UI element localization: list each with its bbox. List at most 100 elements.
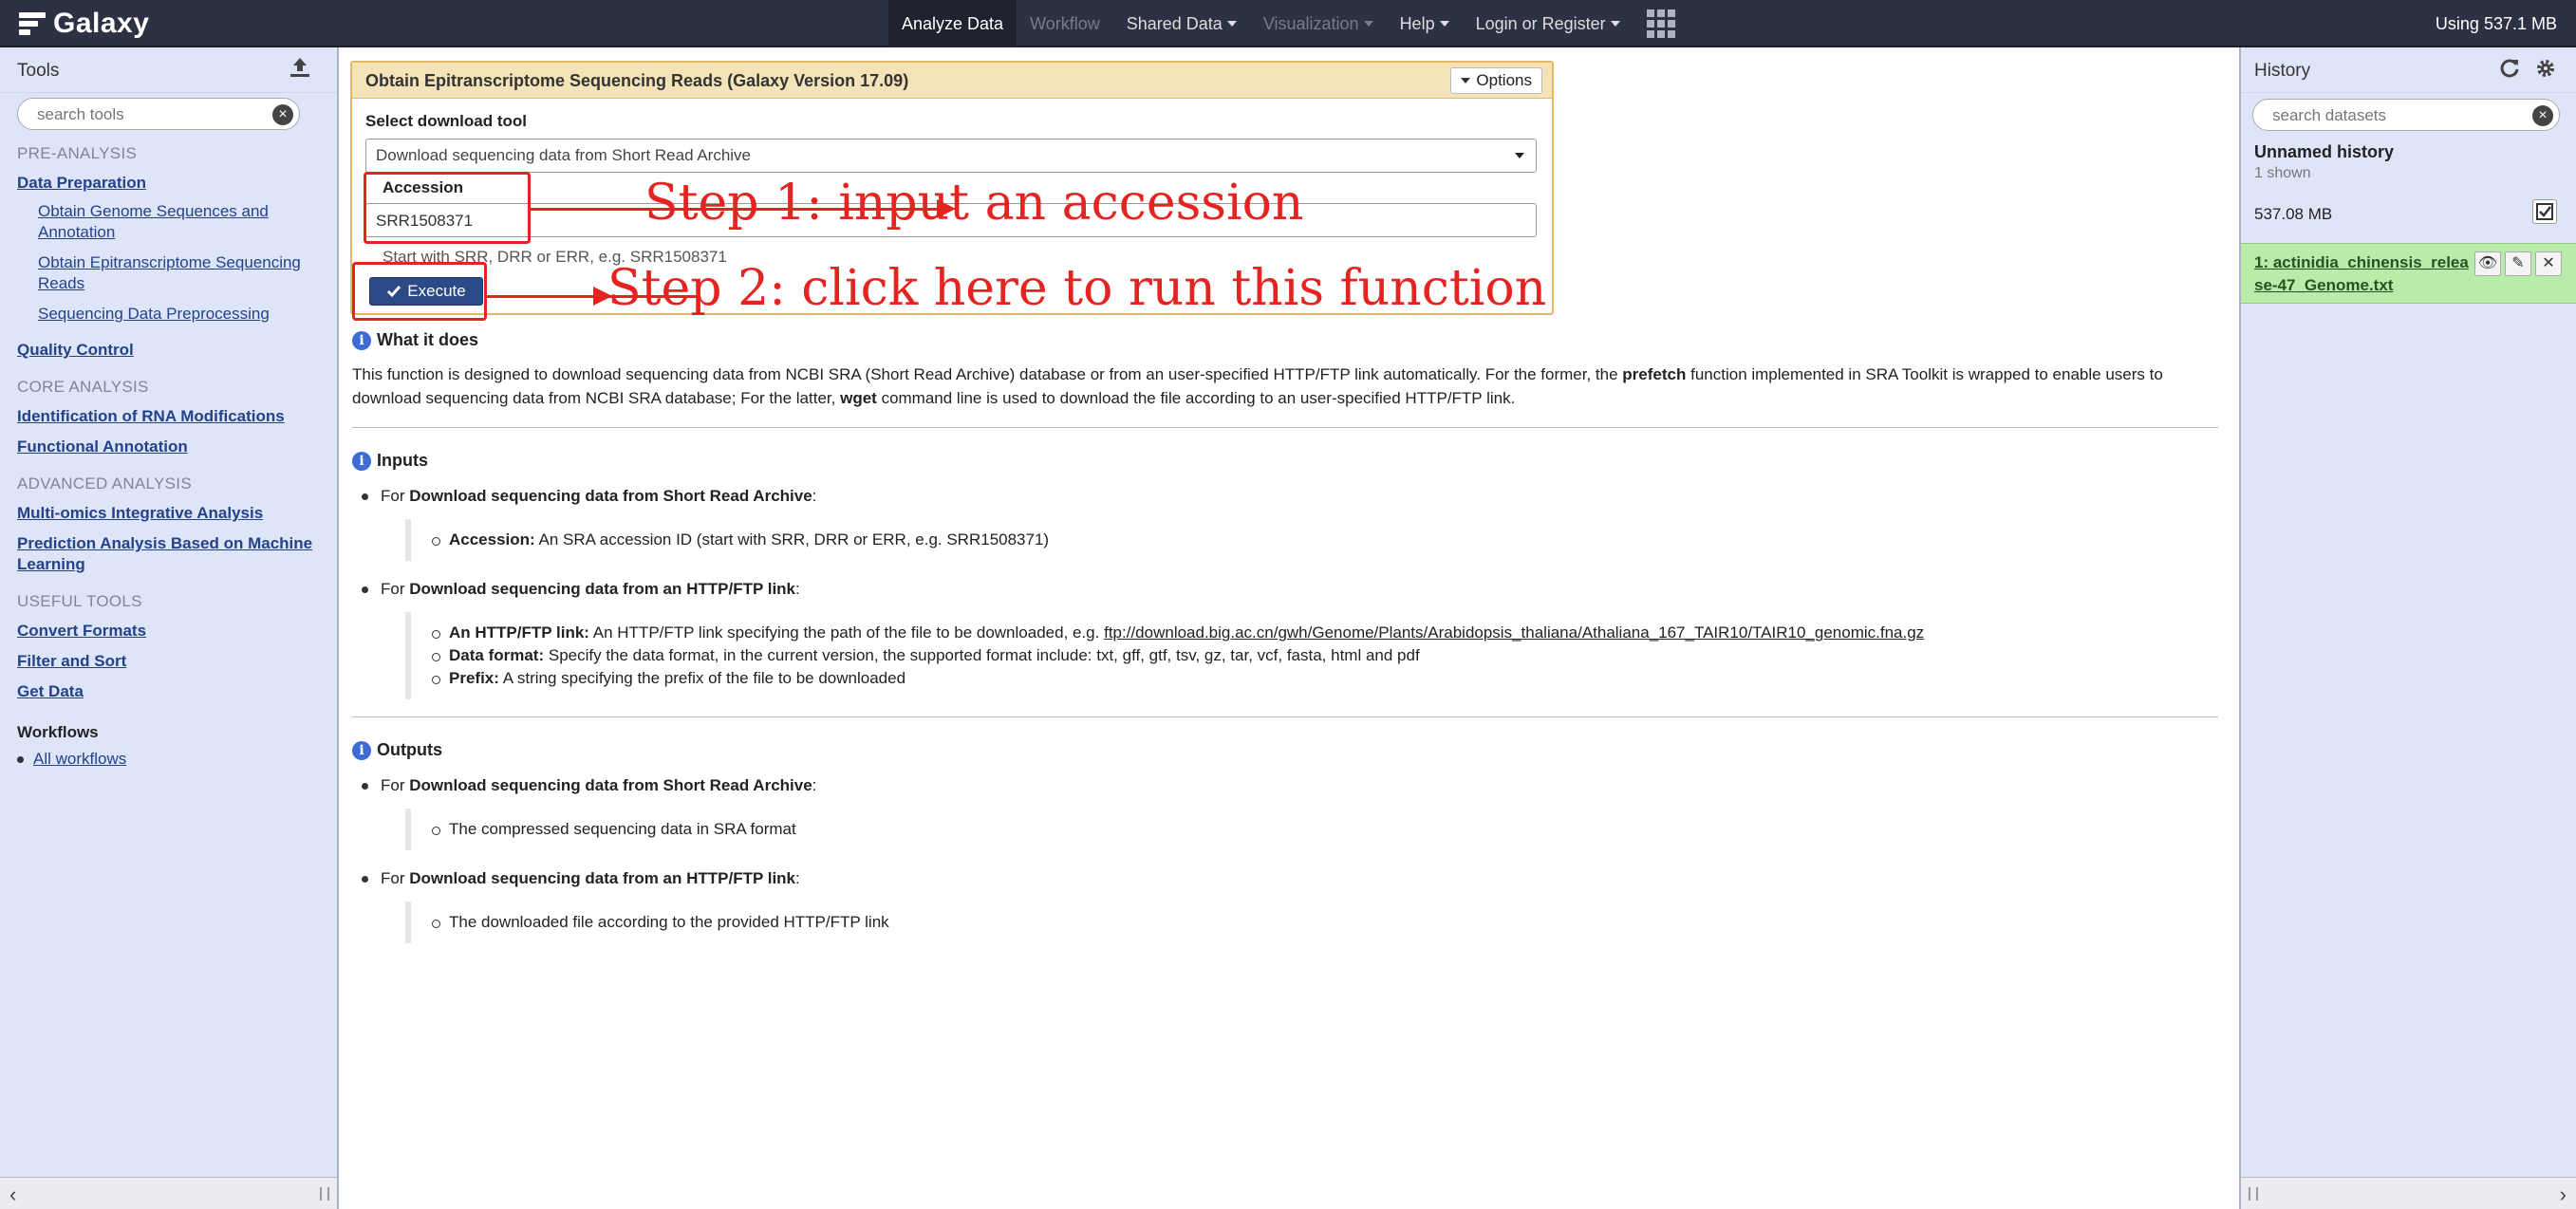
format-desc-item: Data format: Specify the data format, in…	[432, 644, 2218, 667]
nav-workflow[interactable]: Workflow	[1017, 0, 1113, 47]
dataset-title[interactable]: 1: actinidia_chinensis_release-47_Genome…	[2254, 251, 2471, 297]
category-rna-modifications[interactable]: Identification of RNA Modifications	[17, 406, 321, 427]
for-text: For	[381, 869, 405, 887]
input-http-item: For Download sequencing data from an HTT…	[362, 578, 2218, 601]
eye-icon[interactable]: 👁	[2474, 251, 2501, 276]
prefix-desc: A string specifying the prefix of the fi…	[502, 669, 906, 687]
all-workflows-link[interactable]: All workflows	[33, 750, 126, 768]
category-filter-sort[interactable]: Filter and Sort	[17, 651, 321, 672]
for-text: For	[381, 487, 405, 505]
clear-search-icon[interactable]: ×	[272, 104, 293, 125]
pencil-icon[interactable]: ✎	[2505, 251, 2531, 276]
collapse-right-icon[interactable]: ›	[2560, 1182, 2567, 1207]
category-data-preparation[interactable]: Data Preparation	[17, 173, 321, 194]
category-convert-formats[interactable]: Convert Formats	[17, 621, 321, 642]
masthead: Galaxy Analyze Data Workflow Shared Data…	[0, 0, 2576, 47]
workflows-title: Workflows	[17, 723, 99, 741]
input-sra-details: Accession: An SRA accession ID (start wi…	[405, 519, 2218, 561]
nav-analyze-data[interactable]: Analyze Data	[888, 0, 1017, 47]
link-desc: An HTTP/FTP link specifying the path of …	[592, 623, 1100, 642]
tool-preprocessing[interactable]: Sequencing Data Preprocessing	[38, 304, 321, 325]
history-panel-title: History	[2254, 61, 2311, 81]
divider	[352, 427, 2218, 428]
info-icon: i	[352, 331, 371, 351]
http-label: Download sequencing data from an HTTP/FT…	[409, 869, 796, 887]
example-ftp-link[interactable]: ftp://download.big.ac.cn/gwh/Genome/Plan…	[1104, 623, 1924, 642]
input-http-details: An HTTP/FTP link: An HTTP/FTP link speci…	[405, 612, 2218, 699]
history-search-input[interactable]	[2272, 106, 2481, 125]
tool-help: i What it does This function is designed …	[352, 328, 2218, 943]
section-core-analysis: CORE ANALYSIS	[17, 378, 149, 396]
caret-down-icon	[1515, 153, 1524, 158]
tool-list: PRE-ANALYSIS Data Preparation Obtain Gen…	[17, 144, 321, 769]
download-tool-select[interactable]: Download sequencing data from Short Read…	[365, 139, 1537, 173]
quota-meter[interactable]: Using 537.1 MB	[2436, 0, 2557, 47]
drag-handle-icon[interactable]	[2249, 1187, 2258, 1200]
nav-help[interactable]: Help	[1387, 0, 1463, 47]
nav-shared-data-label: Shared Data	[1126, 13, 1223, 33]
brand[interactable]: Galaxy	[19, 8, 149, 40]
http-label: Download sequencing data from an HTTP/FT…	[409, 580, 796, 598]
scratchbook-grid-icon	[1646, 9, 1675, 38]
outputs-heading: i Outputs	[352, 738, 2218, 761]
delete-icon[interactable]: ✕	[2535, 251, 2562, 276]
refresh-icon[interactable]	[2498, 57, 2521, 80]
upload-icon[interactable]	[288, 55, 312, 80]
history-dataset-item[interactable]: 1: actinidia_chinensis_release-47_Genome…	[2241, 243, 2576, 304]
tool-search-input[interactable]	[37, 105, 246, 124]
link-term: An HTTP/FTP link:	[449, 623, 589, 642]
caret-down-icon	[1363, 21, 1373, 27]
what-it-does-title: What it does	[377, 330, 478, 349]
nav-shared-data[interactable]: Shared Data	[1113, 0, 1250, 47]
select-items-checkbox-icon[interactable]	[2532, 199, 2557, 224]
section-pre-analysis: PRE-ANALYSIS	[17, 144, 138, 162]
divider	[352, 716, 2218, 717]
download-tool-select-value: Download sequencing data from Short Read…	[376, 146, 752, 164]
input-sra-item: For Download sequencing data from Short …	[362, 485, 2218, 508]
tool-form-header: Obtain Epitranscriptome Sequencing Reads…	[352, 63, 1552, 99]
options-button[interactable]: Options	[1450, 67, 1542, 94]
category-multi-omics[interactable]: Multi-omics Integrative Analysis	[17, 503, 321, 524]
nav-login[interactable]: Login or Register	[1463, 0, 1633, 47]
category-prediction[interactable]: Prediction Analysis Based on Machine Lea…	[17, 533, 321, 575]
what-it-does-text: This function is designed to download se…	[352, 363, 2218, 410]
colon-text: :	[812, 776, 817, 794]
output-sra-item: For Download sequencing data from Short …	[362, 774, 2218, 797]
galaxy-logo-icon	[19, 10, 46, 37]
tool-obtain-reads[interactable]: Obtain Epitranscriptome Sequencing Reads	[38, 252, 321, 294]
center-panel: Obtain Epitranscriptome Sequencing Reads…	[339, 47, 2239, 1209]
caret-down-icon	[1226, 21, 1237, 27]
caret-down-icon	[1461, 78, 1471, 84]
category-get-data[interactable]: Get Data	[17, 681, 321, 702]
nav-help-label: Help	[1399, 13, 1435, 33]
colon-text: :	[795, 580, 800, 598]
what-wget: wget	[840, 389, 877, 407]
history-search-box: ×	[2252, 99, 2560, 131]
nav-scratchbook[interactable]	[1633, 0, 1689, 47]
history-options	[2498, 57, 2557, 80]
bullet-icon	[17, 756, 24, 764]
what-it-does-heading: i What it does	[352, 328, 2218, 351]
options-label: Options	[1476, 71, 1532, 89]
gear-icon[interactable]	[2534, 57, 2557, 80]
for-text: For	[381, 776, 405, 794]
section-advanced-analysis: ADVANCED ANALYSIS	[17, 474, 192, 493]
output-http-item: For Download sequencing data from an HTT…	[362, 867, 2218, 890]
annotation-box-accession	[364, 172, 531, 244]
accession-desc-item: Accession: An SRA accession ID (start wi…	[432, 529, 2218, 551]
category-functional-annotation[interactable]: Functional Annotation	[17, 437, 321, 457]
history-panel-header: History	[2241, 47, 2576, 93]
nav-visualization[interactable]: Visualization	[1250, 0, 1387, 47]
collapse-left-icon[interactable]: ‹	[9, 1182, 16, 1207]
clear-search-icon[interactable]: ×	[2532, 105, 2553, 126]
tool-panel-header: Tools	[0, 47, 337, 93]
drag-handle-icon[interactable]	[320, 1187, 329, 1200]
output-http-details: The downloaded file according to the pro…	[405, 902, 2218, 943]
history-name[interactable]: Unnamed history	[2254, 142, 2394, 162]
tool-panel-title: Tools	[17, 61, 60, 81]
nav-login-label: Login or Register	[1475, 13, 1606, 33]
what-text-1: This function is designed to download se…	[352, 365, 1618, 383]
info-icon: i	[352, 741, 371, 761]
category-quality-control[interactable]: Quality Control	[17, 340, 321, 361]
tool-obtain-genome[interactable]: Obtain Genome Sequences and Annotation	[38, 201, 321, 243]
